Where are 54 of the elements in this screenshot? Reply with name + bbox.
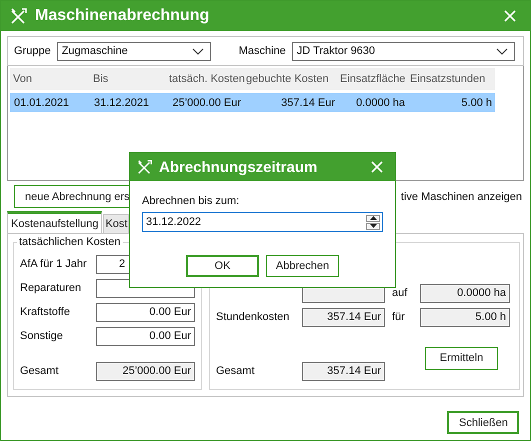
- column-header: Bis: [92, 73, 110, 85]
- readonly-field: 5.00 h: [420, 308, 510, 326]
- readonly-field: 0.0000 ha: [420, 284, 510, 302]
- column-header: Von: [12, 73, 33, 85]
- window-title: Maschinenabrechnung: [35, 7, 210, 25]
- tab[interactable]: Kost: [103, 214, 130, 233]
- close-icon[interactable]: [371, 161, 383, 173]
- unit-label: für: [391, 311, 406, 323]
- machine-dropdown[interactable]: JD Traktor 9630: [292, 42, 515, 60]
- table-cell-text: 31.12.2021: [93, 96, 150, 108]
- table-cell-text: 5.00 h: [460, 96, 493, 108]
- column-header: Einsatzstunden: [409, 73, 486, 85]
- spin-down-button[interactable]: [366, 222, 380, 230]
- chevron-down-icon: [192, 48, 204, 54]
- field-label: Stundenkosten: [216, 311, 290, 323]
- group-dropdown[interactable]: Zugmaschine: [56, 42, 211, 60]
- field-label: Reparaturen: [20, 282, 82, 294]
- close-icon[interactable]: [504, 10, 516, 22]
- dialog-button[interactable]: OK: [186, 255, 259, 277]
- field-label: AfA für 1 Jahr: [20, 258, 88, 270]
- table-row[interactable]: 01.01.2021 31.12.2021 25’000.00 Eur 357.14 Eur 0.0000 ha 5.00 h: [10, 93, 495, 112]
- dialog-title: Abrechnungszeitraum: [159, 158, 318, 176]
- tab[interactable]: Kostenaufstellung: [7, 211, 102, 233]
- column-header: gebuchte Kosten: [245, 73, 330, 85]
- unit-label: auf: [391, 287, 408, 299]
- total-field: 25’000.00 Eur: [96, 362, 195, 380]
- dialog-button[interactable]: Abbrechen: [266, 255, 339, 277]
- date-field[interactable]: 31.12.2022: [142, 212, 383, 232]
- total-field: 357.14 Eur: [302, 362, 385, 380]
- field-label: Kraftstoffe: [20, 306, 71, 318]
- column-header: Einsatzfläche: [339, 73, 406, 85]
- new-billing-button[interactable]: neue Abrechnung ers: [14, 185, 131, 208]
- input-field[interactable]: 0.00 Eur: [96, 326, 195, 346]
- readonly-field: 357.14 Eur: [302, 308, 385, 326]
- date-label: Abrechnen bis zum:: [142, 195, 240, 207]
- table-cell-text: 0.0000 ha: [355, 96, 406, 108]
- crossed-tools-icon: [9, 6, 29, 26]
- table-cell-text: 25’000.00 Eur: [172, 96, 242, 108]
- machine-label: Maschine: [238, 45, 286, 57]
- input-field[interactable]: 0.00 Eur: [96, 302, 195, 322]
- inactive-machines-label: tive Maschinen anzeigen: [400, 190, 522, 202]
- spin-up-button[interactable]: [366, 214, 380, 222]
- total-label: Gesamt: [20, 365, 60, 377]
- chevron-down-icon: [496, 48, 508, 54]
- close-button[interactable]: Schließen: [447, 411, 519, 434]
- calculate-button[interactable]: Ermitteln: [425, 346, 498, 370]
- column-header: tatsäch. Kosten: [168, 73, 243, 85]
- field-label: Sonstige: [20, 330, 64, 342]
- total-label: Gesamt: [216, 365, 256, 377]
- table-cell-text: 01.01.2021: [13, 96, 70, 108]
- group-label: Gruppe: [14, 45, 51, 57]
- table-cell-text: 357.14 Eur: [280, 96, 336, 108]
- crossed-tools-icon: [136, 158, 154, 176]
- group-title: tatsächlichen Kosten: [17, 236, 123, 248]
